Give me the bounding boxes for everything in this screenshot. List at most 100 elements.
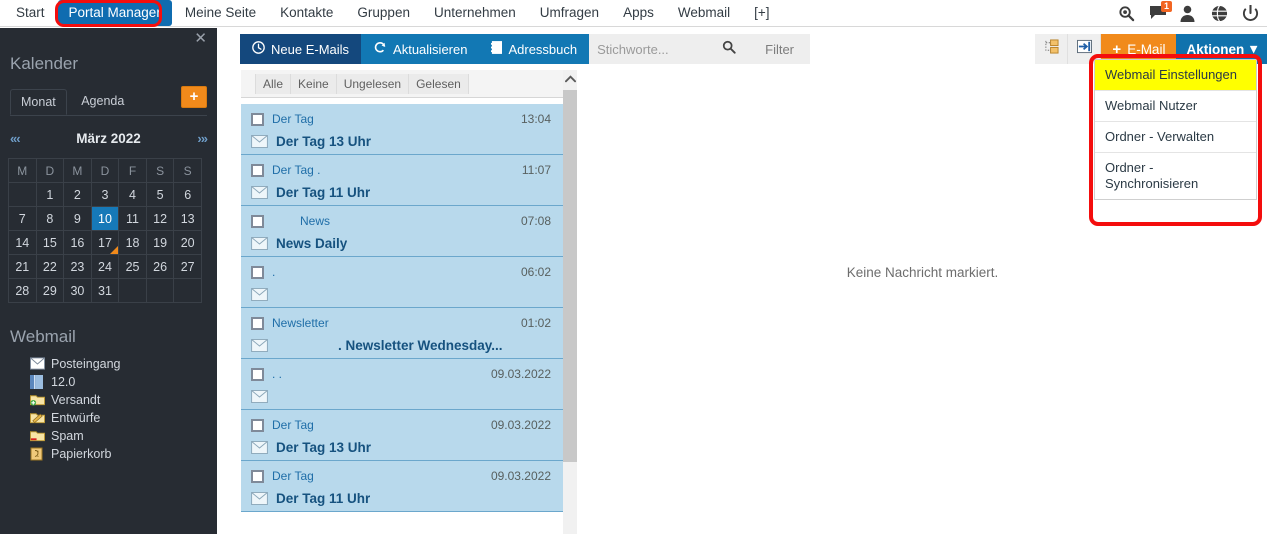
calendar-day-cell[interactable]: 25: [118, 254, 147, 279]
folder-tree-button[interactable]: [1035, 34, 1069, 64]
nav-item-webmail[interactable]: Webmail: [667, 0, 741, 26]
calendar-day-cell[interactable]: 26: [145, 254, 175, 279]
tab-agenda[interactable]: Agenda: [71, 89, 134, 113]
calendar-day-cell[interactable]: 7: [8, 206, 37, 231]
nav-item-apps[interactable]: Apps: [612, 0, 665, 26]
calendar-empty-cell: [145, 278, 175, 303]
addressbook-button[interactable]: Adressbuch: [479, 34, 590, 64]
nav-item-umfragen[interactable]: Umfragen: [529, 0, 610, 26]
calendar-day-cell[interactable]: 14: [8, 230, 37, 255]
message-checkbox[interactable]: [251, 418, 264, 432]
calendar-day-cell[interactable]: 4: [118, 182, 147, 207]
dropdown-item-webmail-nutzer[interactable]: Webmail Nutzer: [1095, 91, 1256, 122]
nav-item-meine-seite[interactable]: Meine Seite: [174, 0, 267, 26]
calendar-day-cell[interactable]: 8: [35, 206, 65, 231]
calendar-day-cell[interactable]: 1: [35, 182, 65, 207]
scrollbar-thumb[interactable]: [563, 90, 577, 462]
calendar-day-cell[interactable]: 15: [35, 230, 65, 255]
globe-icon[interactable]: [1211, 5, 1228, 22]
message-row[interactable]: Der Tag 13:04 Der Tag 13 Uhr: [241, 104, 563, 155]
message-row[interactable]: Der Tag . 11:07 Der Tag 11 Uhr: [241, 155, 563, 206]
calendar-day-cell[interactable]: 2: [63, 182, 92, 207]
message-checkbox[interactable]: [251, 367, 264, 381]
message-checkbox[interactable]: [251, 469, 264, 483]
message-row[interactable]: Der Tag 09.03.2022 Der Tag 11 Uhr: [241, 461, 563, 512]
message-row[interactable]: . . 09.03.2022: [241, 359, 563, 410]
dropdown-item-ordner-synchronisieren[interactable]: Ordner - Synchronisieren: [1095, 153, 1256, 199]
message-checkbox[interactable]: [251, 265, 264, 279]
nav-item-start[interactable]: Start: [5, 0, 56, 26]
search-button[interactable]: [709, 34, 750, 64]
calendar-day-cell[interactable]: 9: [63, 206, 92, 231]
message-checkbox[interactable]: [251, 163, 264, 177]
dropdown-item-webmail-einstellungen[interactable]: Webmail Einstellungen: [1095, 60, 1256, 91]
calendar-day-cell[interactable]: 28: [8, 278, 37, 303]
filter-keine[interactable]: Keine: [291, 73, 337, 94]
calendar-day-cell[interactable]: 16: [63, 230, 92, 255]
calendar-next-button[interactable]: ›»: [197, 131, 208, 146]
refresh-button[interactable]: Aktualisieren: [361, 34, 480, 64]
chat-icon[interactable]: 1: [1149, 1, 1173, 22]
calendar-day-cell[interactable]: 18: [118, 230, 147, 255]
scroll-up-arrow-icon[interactable]: [563, 70, 577, 87]
nav-item-unternehmen[interactable]: Unternehmen: [423, 0, 527, 26]
calendar-day-cell[interactable]: 29: [35, 278, 65, 303]
actions-label: Aktionen: [1186, 41, 1245, 57]
calendar-day-cell[interactable]: 22: [35, 254, 65, 279]
calendar-day-cell[interactable]: 13: [173, 206, 202, 231]
calendar-day-cell[interactable]: 10: [90, 206, 120, 231]
message-list-scrollbar[interactable]: [563, 70, 577, 534]
calendar-day-cell[interactable]: 23: [63, 254, 92, 279]
calendar-day-cell[interactable]: 5: [145, 182, 175, 207]
close-icon[interactable]: ✕: [194, 31, 207, 46]
calendar-day-cell[interactable]: 30: [63, 278, 92, 303]
power-icon[interactable]: [1242, 5, 1259, 22]
message-checkbox[interactable]: [251, 316, 264, 330]
calendar-day-cell[interactable]: 24: [90, 254, 120, 279]
message-row[interactable]: Newsletter 01:02 . Newsletter Wednesday...: [241, 308, 563, 359]
webmail-folder-entw-rfe[interactable]: Entwürfe: [30, 409, 217, 427]
webmail-folder-12.0[interactable]: 12.0: [30, 373, 217, 391]
filter-gelesen[interactable]: Gelesen: [409, 73, 469, 94]
nav-item-kontakte[interactable]: Kontakte: [269, 0, 344, 26]
search-input[interactable]: [589, 34, 710, 64]
calendar-day-cell[interactable]: 12: [145, 206, 175, 231]
message-subject: Der Tag 13 Uhr: [276, 439, 372, 455]
calendar-day-cell[interactable]: 11: [118, 206, 147, 231]
calendar-prev-button[interactable]: «‹: [10, 131, 21, 146]
calendar-day-cell[interactable]: 20: [173, 230, 202, 255]
calendar-empty-cell: [173, 278, 202, 303]
add-event-button[interactable]: +: [181, 86, 207, 108]
message-subject: . Newsletter Wednesday...: [338, 337, 503, 353]
actions-dropdown-menu[interactable]: Webmail Einstellungen Webmail Nutzer Ordne…: [1094, 59, 1257, 200]
nav-item-[interactable]: [+]: [743, 0, 780, 26]
message-row[interactable]: News 07:08 News Daily: [241, 206, 563, 257]
calendar-day-cell[interactable]: 21: [8, 254, 37, 279]
message-row[interactable]: . 06:02: [241, 257, 563, 308]
tab-monat[interactable]: Monat: [10, 89, 67, 115]
webmail-folder-versandt[interactable]: Versandt: [30, 391, 217, 409]
calendar-day-cell[interactable]: 19: [145, 230, 175, 255]
calendar-day-cell[interactable]: 27: [173, 254, 202, 279]
filter-alle[interactable]: Alle: [255, 73, 292, 94]
nav-item-gruppen[interactable]: Gruppen: [346, 0, 421, 26]
new-mails-button[interactable]: Neue E-Mails: [240, 34, 362, 64]
message-sender: Der Tag: [272, 112, 314, 126]
user-icon[interactable]: [1180, 5, 1197, 22]
webmail-folder-papierkorb[interactable]: Papierkorb: [30, 445, 217, 463]
calendar-day-cell[interactable]: 31: [90, 278, 120, 303]
filter-button[interactable]: Filter: [749, 34, 811, 64]
message-list-panel: Alle Keine Ungelesen Gelesen Der Tag 13:04 De…: [241, 70, 563, 534]
webmail-folder-posteingang[interactable]: Posteingang: [30, 355, 217, 373]
message-checkbox[interactable]: [251, 214, 264, 228]
filter-ungelesen[interactable]: Ungelesen: [336, 73, 410, 94]
dropdown-item-ordner-verwalten[interactable]: Ordner - Verwalten: [1095, 122, 1256, 153]
nav-item-portal-manager[interactable]: Portal Manager: [57, 0, 172, 26]
webmail-folder-spam[interactable]: Spam: [30, 427, 217, 445]
message-checkbox[interactable]: [251, 112, 264, 126]
calendar-day-cell[interactable]: 6: [173, 182, 202, 207]
calendar-day-cell[interactable]: 17: [90, 230, 120, 255]
search-icon[interactable]: [1118, 5, 1135, 22]
message-row[interactable]: Der Tag 09.03.2022 Der Tag 13 Uhr: [241, 410, 563, 461]
calendar-day-cell[interactable]: 3: [90, 182, 120, 207]
